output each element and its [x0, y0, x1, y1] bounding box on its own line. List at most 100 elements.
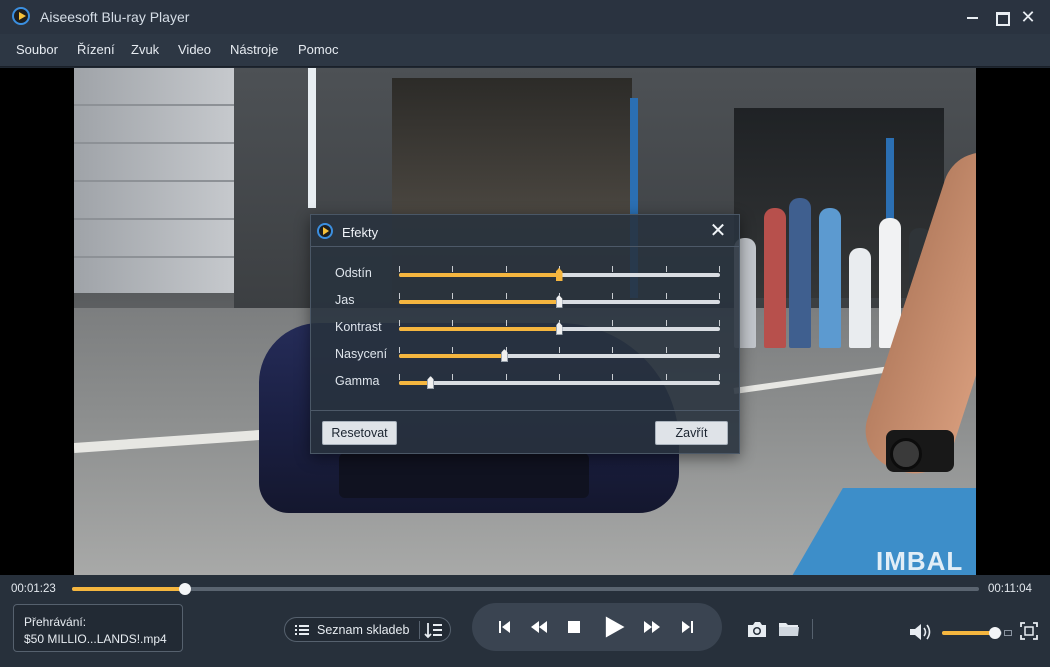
minimize-button[interactable] — [962, 6, 984, 28]
slider-tick — [719, 347, 720, 353]
dialog-logo-icon — [317, 223, 333, 239]
slider-row-saturation: Nasycení — [311, 345, 739, 365]
slider-fill — [399, 327, 560, 331]
slider-tick — [452, 374, 453, 380]
effects-dialog-close-button[interactable]: ✕ — [707, 220, 729, 242]
slider-tick — [452, 293, 453, 299]
video-watermark: IMBAL — [876, 546, 964, 575]
play-button[interactable] — [600, 613, 628, 641]
slider-tick — [559, 347, 560, 353]
video-flag-pole — [308, 68, 316, 208]
close-button[interactable]: ✕ — [1017, 6, 1039, 28]
window-title: Aiseesoft Blu-ray Player — [40, 9, 190, 25]
skip-previous-icon — [499, 621, 510, 633]
slider-tick — [719, 374, 720, 380]
slider-fill — [399, 300, 560, 304]
slider-row-brightness: Jas — [311, 291, 739, 311]
contrast-slider[interactable] — [399, 320, 720, 335]
slider-tick — [506, 266, 507, 272]
stop-icon — [568, 621, 580, 633]
slider-tick — [506, 293, 507, 299]
play-icon — [605, 616, 625, 638]
seek-bar[interactable] — [72, 583, 979, 595]
playlist-button[interactable]: Seznam skladeb — [284, 617, 451, 642]
slider-tick — [399, 347, 400, 353]
slider-tick — [666, 320, 667, 326]
slider-label: Jas — [335, 293, 355, 307]
slider-row-hue: Odstín — [311, 264, 739, 284]
slider-tick — [666, 293, 667, 299]
playback-controls: 00:01:23 00:11:04 Přehrávání: $50 MILLIO… — [0, 575, 1050, 667]
slider-label: Odstín — [335, 266, 372, 280]
fast-forward-button[interactable] — [640, 615, 664, 639]
maximize-button[interactable] — [990, 6, 1012, 28]
slider-tick — [399, 374, 400, 380]
rewind-button[interactable] — [527, 615, 551, 639]
slider-label: Gamma — [335, 374, 380, 388]
slider-tick — [399, 293, 400, 299]
list-icon — [295, 625, 309, 635]
fullscreen-icon — [1020, 622, 1038, 640]
slider-tick — [612, 374, 613, 380]
now-playing-file: $50 MILLIO...LANDS!.mp4 — [24, 632, 167, 646]
stop-button[interactable] — [562, 615, 586, 639]
slider-label: Kontrast — [335, 320, 382, 334]
slider-tick — [719, 266, 720, 272]
menu-item-nastroje[interactable]: Nástroje — [230, 42, 278, 57]
close-dialog-button[interactable]: Zavřít — [655, 421, 728, 445]
menu-item-soubor[interactable]: Soubor — [16, 42, 58, 57]
effects-dialog: Efekty ✕ Odstín Jas Kontrast Nasycení Ga… — [310, 214, 740, 454]
next-button[interactable] — [676, 615, 700, 639]
slider-tick — [559, 374, 560, 380]
slider-tick — [719, 320, 720, 326]
reset-button[interactable]: Resetovat — [322, 421, 397, 445]
slider-tick — [452, 320, 453, 326]
seek-bar-fill — [72, 587, 186, 591]
speaker-icon — [910, 624, 931, 640]
volume-slider[interactable] — [942, 627, 1002, 639]
slider-tick — [612, 320, 613, 326]
brightness-slider[interactable] — [399, 293, 720, 308]
app-logo-icon — [12, 7, 30, 25]
open-folder-button[interactable] — [778, 619, 800, 639]
rewind-icon — [531, 621, 547, 633]
previous-button[interactable] — [492, 615, 516, 639]
menu-item-pomoc[interactable]: Pomoc — [298, 42, 338, 57]
video-car-grill — [339, 453, 589, 498]
seek-bar-thumb[interactable] — [179, 583, 192, 595]
slider-tick — [399, 320, 400, 326]
volume-fill — [942, 631, 995, 635]
slider-ticks — [399, 347, 720, 353]
slider-tick — [666, 374, 667, 380]
slider-tick — [452, 347, 453, 353]
volume-thumb[interactable] — [988, 627, 1001, 639]
volume-button[interactable] — [908, 622, 934, 642]
sort-icon[interactable] — [424, 622, 443, 639]
slider-tick — [666, 347, 667, 353]
hue-slider[interactable] — [399, 266, 720, 281]
video-camera — [886, 430, 954, 472]
saturation-slider[interactable] — [399, 347, 720, 362]
slider-row-gamma: Gamma — [311, 372, 739, 392]
now-playing-box: Přehrávání: $50 MILLIO...LANDS!.mp4 — [13, 604, 183, 652]
slider-fill — [399, 381, 432, 385]
now-playing-label: Přehrávání: — [24, 615, 87, 629]
fullscreen-button[interactable] — [1020, 622, 1038, 640]
slider-label: Nasycení — [335, 347, 388, 361]
skip-next-icon — [682, 621, 693, 633]
playlist-label: Seznam skladeb — [317, 623, 410, 637]
camera-icon — [748, 622, 766, 637]
menu-item-video[interactable]: Video — [178, 42, 211, 57]
playlist-divider — [419, 621, 420, 639]
total-time: 00:11:04 — [988, 583, 1032, 595]
gamma-slider[interactable] — [399, 374, 720, 389]
current-time: 00:01:23 — [11, 583, 56, 595]
slider-tick — [506, 374, 507, 380]
slider-tick — [612, 347, 613, 353]
volume-end-marker — [1004, 630, 1012, 636]
menu-item-zvuk[interactable]: Zvuk — [131, 42, 159, 57]
effects-dialog-title: Efekty — [342, 225, 379, 240]
effects-dialog-header: Efekty ✕ — [311, 215, 739, 247]
snapshot-button[interactable] — [746, 619, 768, 639]
menu-item-rizeni[interactable]: Řízení — [77, 42, 115, 57]
